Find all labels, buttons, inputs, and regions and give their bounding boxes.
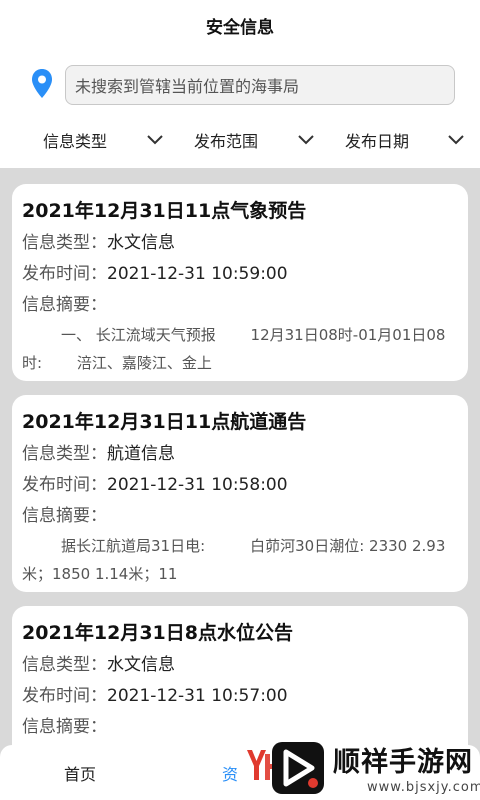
card-type-value: 水文信息 [107,233,175,253]
card-type-value: 航道信息 [107,444,175,464]
filter-publish-date[interactable]: 发布日期 [345,118,475,162]
watermark: 顺祥手游网 www.bjsxjy.com [245,738,480,800]
watermark-brand: 顺祥手游网 [333,747,473,778]
summary-label: 信息摘要： [22,717,107,737]
filter-info-type[interactable]: 信息类型 [43,118,173,162]
card-title: 2021年12月31日11点航道通告 [22,411,307,433]
chevron-down-icon [147,135,163,145]
time-label: 发布时间： [22,264,107,284]
type-label: 信息类型： [22,233,107,253]
card-time-value: 2021-12-31 10:59:00 [107,264,288,284]
info-card[interactable]: 2021年12月31日11点航道通告 信息类型：航道信息 发布时间：2021-1… [12,395,468,592]
card-time-row: 发布时间：2021-12-31 10:58:00 [22,470,458,501]
card-summary-text: 据长江航道局31日电: 白茆河30日潮位: 2330 2.93米；1850 1.… [22,537,446,583]
chevron-down-icon [448,135,464,145]
filter-label: 发布日期 [345,132,410,151]
tab-info-label: 资 [221,764,238,784]
card-type-row: 信息类型：航道信息 [22,439,458,470]
play-arrow-icon [283,749,318,788]
watermark-badge [272,742,324,794]
info-card[interactable]: 2021年12月31日11点气象预告 信息类型：水文信息 发布时间：2021-1… [12,184,468,381]
card-time-row: 发布时间：2021-12-31 10:59:00 [22,259,458,290]
card-summary-row: 信息摘要： [22,501,458,532]
card-type-row: 信息类型：水文信息 [22,650,458,681]
page-title: 安全信息 [206,17,274,38]
search-row: 未搜索到管辖当前位置的海事局 [0,62,480,108]
card-type-row: 信息类型：水文信息 [22,228,458,259]
tab-home-label: 首页 [63,764,96,784]
card-title: 2021年12月31日8点水位公告 [22,622,293,644]
filter-publish-scope[interactable]: 发布范围 [194,118,324,162]
type-label: 信息类型： [22,655,107,675]
title-bar: 安全信息 [0,0,480,50]
tab-home[interactable]: 首页 [40,745,120,800]
time-label: 发布时间： [22,686,107,706]
card-time-value: 2021-12-31 10:58:00 [107,475,288,495]
filter-bar: 信息类型 发布范围 发布日期 [0,118,480,162]
summary-label: 信息摘要： [22,506,107,526]
card-type-value: 水文信息 [107,655,175,675]
card-summary-row: 信息摘要： [22,290,458,321]
time-label: 发布时间： [22,475,107,495]
card-time-row: 发布时间：2021-12-31 10:57:00 [22,681,458,712]
card-time-value: 2021-12-31 10:57:00 [107,686,288,706]
filter-label: 发布范围 [194,132,259,151]
watermark-url: www.bjsxjy.com [367,780,480,795]
type-label: 信息类型： [22,444,107,464]
card-title: 2021年12月31日11点气象预告 [22,200,307,222]
chevron-down-icon [298,135,314,145]
search-input[interactable]: 未搜索到管辖当前位置的海事局 [65,65,455,105]
card-summary-text: 一、 长江流域天气预报 12月31日08时-01月01日08时: 涪江、嘉陵江、… [22,326,446,372]
search-status-text: 未搜索到管辖当前位置的海事局 [75,77,300,96]
summary-label: 信息摘要： [22,295,107,315]
info-list[interactable]: 2021年12月31日11点气象预告 信息类型：水文信息 发布时间：2021-1… [0,168,480,800]
filter-label: 信息类型 [43,132,108,151]
location-pin-icon[interactable] [30,68,54,100]
